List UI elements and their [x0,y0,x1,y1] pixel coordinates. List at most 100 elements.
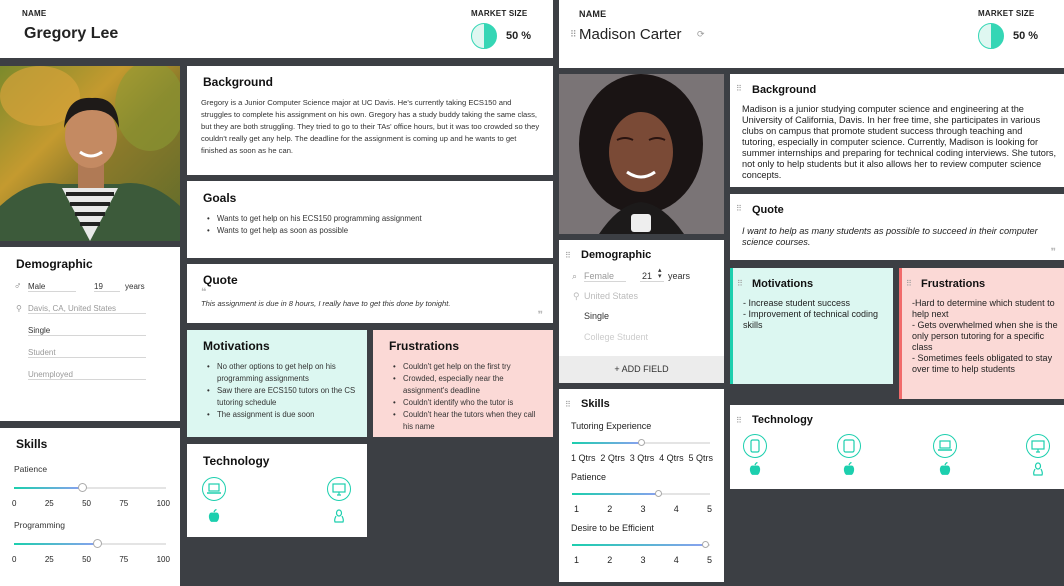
frustration-item[interactable]: -Hard to determine which student to help… [912,298,1062,320]
skill-slider[interactable] [572,439,710,446]
market-size-pie[interactable] [978,23,1004,49]
tick-label: 3 [640,504,646,514]
left-header-card: NAME Gregory Lee MARKET SIZE 50 % [0,0,553,58]
drag-handle-icon[interactable]: ⠿ [565,251,571,260]
skill-slider-knob[interactable] [637,439,645,446]
motivation-item[interactable]: The assignment is due soon [201,409,361,421]
drag-handle-icon[interactable]: ⠿ [736,204,742,213]
skill-slider-knob[interactable] [93,539,103,548]
left-motivations-card: Motivations No other options to get help… [187,330,367,437]
market-size-pie[interactable] [471,23,497,49]
location-field[interactable]: United States [584,291,704,301]
persona-name[interactable]: Madison Carter [579,26,682,43]
market-size-value[interactable]: 50 % [506,30,531,42]
apple-icon [939,462,951,475]
location-field[interactable]: Davis, CA, United States [28,304,146,314]
background-text[interactable]: Madison is a junior studying computer sc… [742,104,1058,181]
skill-slider-fill [572,544,706,546]
skill-ticks: 0 25 50 75 100 [12,499,170,508]
left-demographic-card: Demographic ♂ Male 19 years ⚲ Davis, CA,… [0,247,180,421]
apple-icon [749,462,761,475]
motivation-item[interactable]: Saw there are ECS150 tutors on the CS tu… [201,385,361,409]
occupation-field[interactable]: College Student [584,332,704,342]
goal-item[interactable]: Wants to get help on his ECS150 programm… [201,213,541,225]
age-field[interactable]: 19 [94,282,120,292]
refresh-icon[interactable]: ⟳ [697,29,705,40]
skills-title: Skills [16,437,48,451]
skill-label: Tutoring Experience [571,421,652,431]
quote-text[interactable]: I want to help as many students as possi… [742,226,1047,248]
tick-label: 1 [574,504,580,514]
monitor-icon[interactable] [1026,434,1050,458]
left-frustrations-card: Frustrations Couldn't get help on the fi… [373,330,553,437]
frustrations-list: Couldn't get help on the first try Crowd… [387,361,547,433]
motivation-item[interactable]: No other options to get help on his prog… [201,361,361,385]
right-frustrations-card: ⠿ Frustrations -Hard to determine which … [899,268,1064,399]
occupation-field[interactable]: Student [28,348,146,358]
quote-title: Quote [752,204,784,216]
market-size-label: MARKET SIZE [471,9,528,18]
skill-slider-knob[interactable] [702,541,710,548]
employment-field[interactable]: Unemployed [28,370,146,380]
drag-handle-icon[interactable]: ⠿ [736,416,742,425]
skill-slider-fill [572,442,641,444]
tick-label: 100 [156,555,170,564]
tick-label: 25 [44,555,54,564]
skill-slider-fill [572,493,659,495]
frustration-item[interactable]: Couldn't hear the tutors when they call … [387,409,547,433]
skill-slider[interactable] [572,490,710,497]
tick-label: 0 [12,555,17,564]
skill-slider[interactable] [14,483,166,492]
tick-label: 5 Qtrs [688,453,713,463]
frustration-item[interactable]: - Gets overwhelmed when she is the only … [912,320,1062,353]
skill-slider[interactable] [572,541,710,548]
tick-label: 2 [607,504,613,514]
quote-text[interactable]: This assignment is due in 8 hours, I rea… [201,298,531,310]
skill-slider[interactable] [14,539,166,548]
skill-slider-knob[interactable] [77,483,87,492]
search-icon: ⌕ [572,271,578,281]
market-size-value[interactable]: 50 % [1013,30,1038,42]
tick-label: 4 Qtrs [659,453,684,463]
left-skills-card: Skills Patience 0 25 50 75 100 Programmi… [0,428,180,586]
status-field[interactable]: Single [584,311,704,321]
status-field[interactable]: Single [28,326,146,336]
tablet-icon[interactable] [837,434,861,458]
tick-label: 5 [706,555,712,565]
linux-icon [334,509,344,523]
persona-name[interactable]: Gregory Lee [24,25,118,43]
skill-label: Desire to be Efficient [571,523,654,533]
apple-icon [843,462,855,475]
tick-label: 75 [119,499,129,508]
motivation-item[interactable]: - Increase student success [743,298,891,309]
gender-icon: ♂ [14,281,22,292]
add-field-button[interactable]: + ADD FIELD [559,356,724,383]
monitor-icon[interactable] [327,477,351,501]
location-icon: ⚲ [16,304,22,313]
skill-label: Programming [14,520,66,530]
drag-handle-icon[interactable]: ⠿ [906,279,912,288]
frustration-item[interactable]: - Sometimes feels obligated to stay over… [912,353,1062,375]
laptop-icon[interactable] [202,477,226,501]
gender-field[interactable]: Female [584,271,626,282]
persona-photo [559,74,724,234]
age-stepper-icon[interactable]: ▴ ▾ [658,267,662,280]
drag-handle-icon[interactable]: ⠿ [737,279,743,288]
drag-handle-icon[interactable]: ⠿ [570,29,577,40]
frustration-item[interactable]: Crowded, especially near the assignment'… [387,373,547,397]
skill-slider-knob[interactable] [655,490,663,497]
drag-handle-icon[interactable]: ⠿ [736,84,742,93]
background-text[interactable]: Gregory is a Junior Computer Science maj… [201,97,541,157]
gender-field[interactable]: Male [28,282,76,292]
drag-handle-icon[interactable]: ⠿ [565,400,571,409]
phone-icon[interactable] [743,434,767,458]
tick-label: 2 [607,555,613,565]
motivation-item[interactable]: - Improvement of technical coding skills [743,309,891,331]
motivations-title: Motivations [203,339,270,353]
frustration-item[interactable]: Couldn't identify who the tutor is [387,397,547,409]
goal-item[interactable]: Wants to get help as soon as possible [201,225,541,237]
motivations-list: - Increase student success - Improvement… [743,298,891,331]
frustration-item[interactable]: Couldn't get help on the first try [387,361,547,373]
right-header-card: NAME ⠿ Madison Carter ⟳ MARKET SIZE 50 % [559,0,1064,68]
laptop-icon[interactable] [933,434,957,458]
